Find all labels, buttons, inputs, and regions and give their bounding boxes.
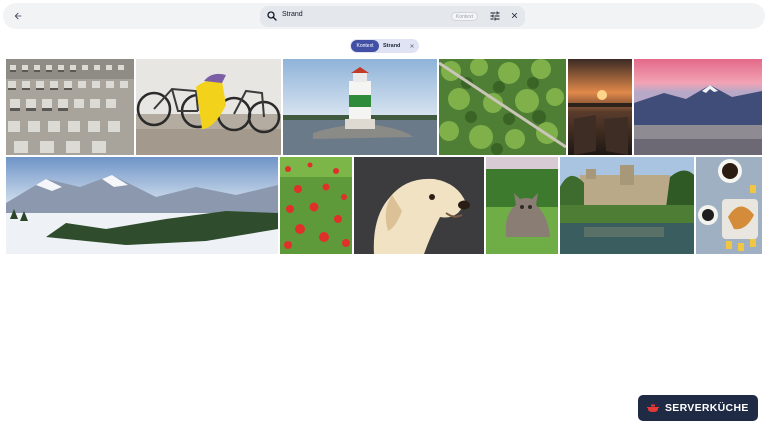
brand-logo-icon (647, 404, 659, 412)
photo-forest-aerial[interactable] (439, 59, 566, 155)
brand-name: SERVERKÜCHE (665, 402, 749, 414)
tune-icon[interactable] (489, 10, 501, 22)
filter-chip: Kontext Strand (350, 39, 419, 53)
photo-snowy-mountains[interactable] (6, 157, 278, 254)
photo-bicycles[interactable] (136, 59, 281, 155)
photo-beach-chairs[interactable] (6, 59, 134, 155)
search-icon (267, 11, 277, 21)
back-button[interactable] (9, 7, 27, 25)
photo-harbor-sunset[interactable] (568, 59, 632, 155)
photo-breakfast-table[interactable] (696, 157, 762, 254)
search-input[interactable]: Strand (282, 11, 303, 18)
search-context-tag: Kontext (451, 12, 478, 21)
filter-chip-type: Kontext (351, 40, 379, 52)
photo-poppy-field[interactable] (280, 157, 352, 254)
clear-search-button[interactable] (508, 9, 520, 23)
filter-chip-value: Strand (383, 43, 401, 49)
photo-mountains-pink-sky[interactable] (634, 59, 762, 155)
photo-castle-river[interactable] (560, 157, 694, 254)
photo-golden-retriever[interactable] (354, 157, 484, 254)
photo-cat-in-grass[interactable] (486, 157, 558, 254)
filter-chip-remove-button[interactable] (408, 39, 416, 53)
brand-badge: SERVERKÜCHE (638, 395, 758, 421)
close-icon (410, 44, 414, 48)
arrow-left-icon (14, 12, 22, 20)
close-icon (511, 12, 517, 19)
photo-lighthouse[interactable] (283, 59, 437, 155)
search-box[interactable]: Strand Kontext (260, 6, 525, 27)
